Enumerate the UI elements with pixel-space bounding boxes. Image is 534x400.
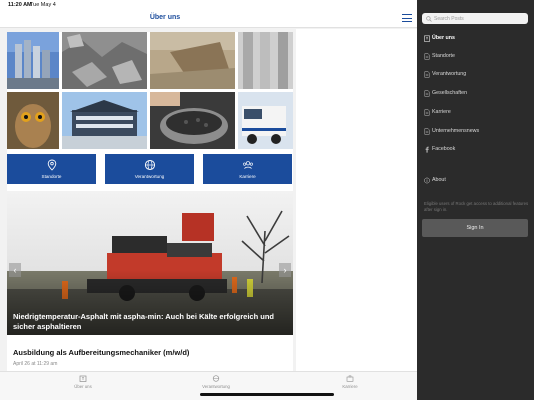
document-icon bbox=[424, 90, 430, 97]
menu-item-karriere[interactable]: Karriere bbox=[417, 104, 534, 122]
briefcase-icon bbox=[346, 375, 354, 382]
globe-icon bbox=[212, 375, 220, 382]
tab-label: Verantwortung bbox=[202, 384, 230, 389]
photo-owl[interactable] bbox=[7, 92, 59, 149]
slider-prev-button[interactable]: ‹ bbox=[9, 263, 21, 277]
search-icon bbox=[426, 15, 432, 22]
menu-item-ueber-uns[interactable]: Über uns bbox=[417, 30, 534, 48]
photo-silos[interactable] bbox=[7, 32, 59, 89]
globe-icon bbox=[144, 159, 155, 171]
page-title: Über uns bbox=[149, 14, 181, 21]
photo-concrete-pillars[interactable] bbox=[238, 32, 293, 89]
photo-stone-rubble[interactable] bbox=[62, 32, 147, 89]
search-bar[interactable] bbox=[422, 13, 528, 24]
location-pin-icon bbox=[47, 159, 56, 171]
menu-item-label: Standorte bbox=[432, 53, 455, 59]
status-time: 11:20 AM bbox=[8, 2, 32, 8]
menu-item-standorte[interactable]: Standorte bbox=[417, 48, 534, 66]
menu-item-label: Über uns bbox=[432, 35, 455, 41]
hamburger-menu-icon[interactable] bbox=[402, 14, 412, 23]
document-icon bbox=[424, 109, 430, 116]
menu-item-label: Verantwortung bbox=[432, 71, 467, 77]
quick-link-verantwortung[interactable]: Verantwortung bbox=[105, 154, 194, 184]
tab-verantwortung[interactable]: Verantwortung bbox=[186, 375, 246, 389]
photo-truck[interactable] bbox=[238, 92, 293, 149]
search-input[interactable] bbox=[434, 13, 524, 24]
menu-item-label: Karriere bbox=[432, 109, 451, 115]
tab-karriere[interactable]: Karriere bbox=[320, 375, 380, 389]
tab-ueber-uns[interactable]: Über uns bbox=[53, 375, 113, 389]
photo-gravel-bowl[interactable] bbox=[150, 92, 235, 149]
document-icon bbox=[424, 53, 430, 60]
home-indicator bbox=[200, 393, 334, 396]
menu-item-label: Unternehmensnews bbox=[432, 128, 480, 134]
menu-item-label: Facebook bbox=[432, 146, 456, 152]
sign-in-button[interactable]: Sign In bbox=[422, 219, 528, 237]
quick-link-karriere[interactable]: Karriere bbox=[203, 154, 292, 184]
building-icon bbox=[424, 35, 430, 42]
info-icon bbox=[424, 177, 430, 184]
hero-slider[interactable]: ‹ › Niedrigtemperatur-Asphalt mit aspha-… bbox=[7, 191, 293, 335]
content-side-area bbox=[296, 29, 417, 371]
status-date: Tue May 4 bbox=[30, 2, 56, 8]
article-title: Ausbildung als Aufbereitungsmechaniker (… bbox=[13, 348, 190, 357]
main-pane: 11:20 AM Tue May 4 Über uns Standorte Ve… bbox=[0, 0, 417, 400]
quick-link-label: Karriere bbox=[239, 174, 256, 179]
quick-link-label: Standorte bbox=[41, 174, 62, 179]
document-icon bbox=[424, 71, 430, 78]
menu-item-about[interactable]: About bbox=[417, 172, 534, 190]
photo-headquarters[interactable] bbox=[62, 92, 147, 149]
article-date: April 26 at 11:29 am bbox=[13, 361, 58, 367]
people-icon bbox=[242, 161, 253, 169]
menu-item-gesellschaften[interactable]: Gesellschaften bbox=[417, 85, 534, 103]
hero-caption: Niedrigtemperatur-Asphalt mit aspha-min:… bbox=[13, 312, 275, 331]
tab-label: Über uns bbox=[74, 384, 92, 389]
facebook-icon bbox=[425, 146, 429, 153]
content-scroll[interactable]: Standorte Verantwortung Karriere ‹ › Nie… bbox=[7, 32, 293, 372]
document-icon bbox=[424, 128, 430, 135]
sign-in-note: Eligible users of Rock get access to add… bbox=[424, 201, 529, 212]
article-item[interactable]: Ausbildung als Aufbereitungsmechaniker (… bbox=[13, 348, 289, 367]
chevron-right-icon: › bbox=[283, 265, 287, 275]
menu-item-facebook[interactable]: Facebook bbox=[417, 141, 534, 159]
status-bar: 11:20 AM Tue May 4 bbox=[0, 0, 417, 11]
navigation-bar: Über uns bbox=[0, 11, 417, 28]
quick-link-label: Verantwortung bbox=[134, 174, 165, 179]
tab-label: Karriere bbox=[342, 384, 358, 389]
slider-next-button[interactable]: › bbox=[279, 263, 291, 277]
menu-item-unternehmensnews[interactable]: Unternehmensnews bbox=[417, 123, 534, 141]
building-icon bbox=[79, 375, 87, 382]
menu-item-label: About bbox=[432, 177, 446, 183]
quick-link-standorte[interactable]: Standorte bbox=[7, 154, 96, 184]
menu-item-label: Gesellschaften bbox=[432, 90, 468, 96]
side-menu: Über uns Standorte Verantwortung Gesells… bbox=[417, 0, 534, 400]
menu-item-verantwortung[interactable]: Verantwortung bbox=[417, 66, 534, 84]
chevron-left-icon: ‹ bbox=[13, 265, 17, 275]
photo-excavator-bucket[interactable] bbox=[150, 32, 235, 89]
